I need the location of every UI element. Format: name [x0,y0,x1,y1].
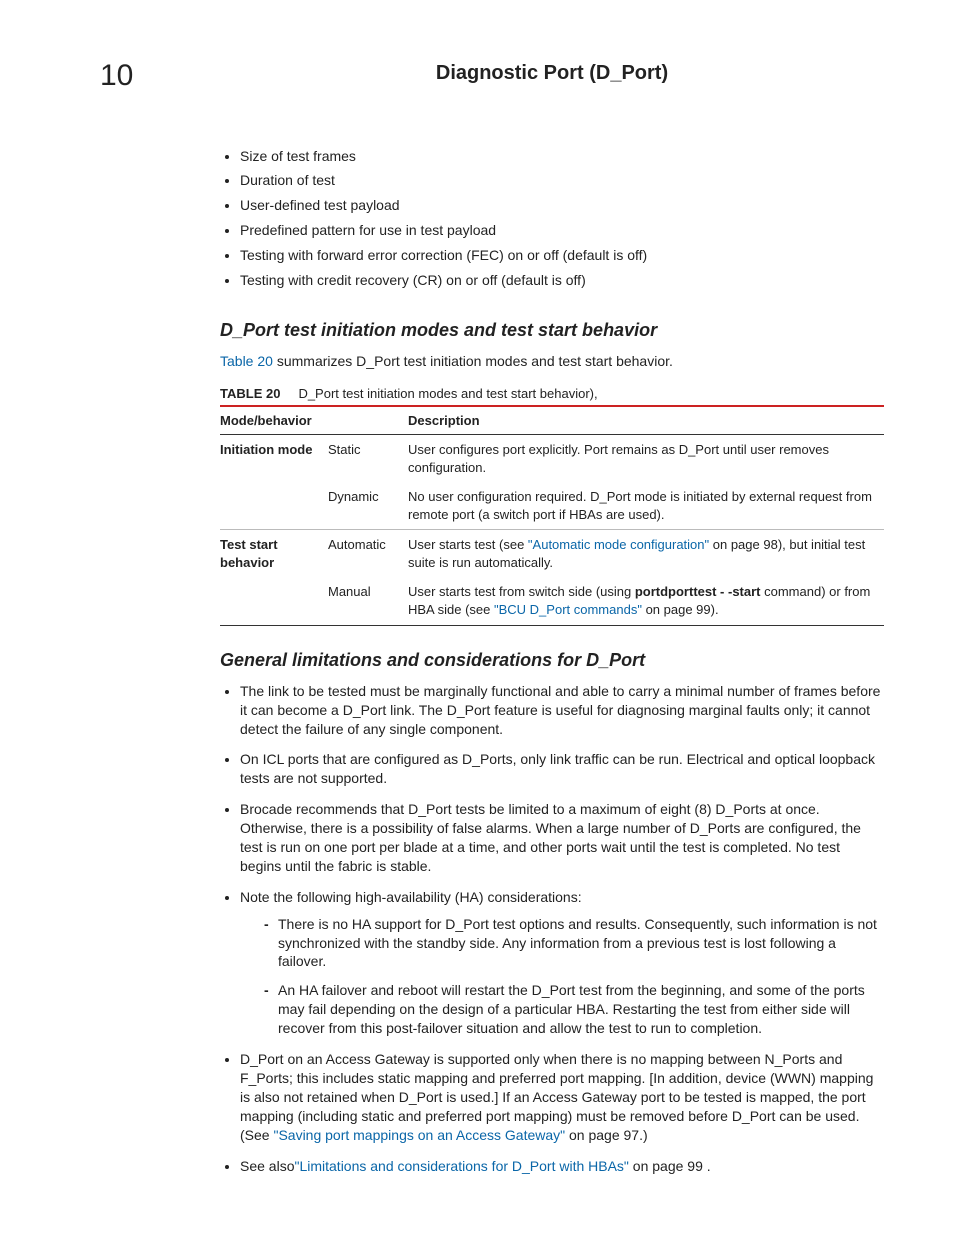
list-item: Testing with credit recovery (CR) on or … [240,271,884,290]
sub-list-item: There is no HA support for D_Port test o… [264,915,884,972]
desc-cell: No user configuration required. D_Port m… [408,482,884,530]
list-item: Note the following high-availability (HA… [240,888,884,1038]
sub-list: There is no HA support for D_Port test o… [240,915,884,1038]
table-row: Dynamic No user configuration required. … [220,482,884,530]
page-header: 10 Diagnostic Port (D_Port) [100,56,884,97]
section-heading-limitations: General limitations and considerations f… [220,648,884,672]
sub-list-item: An HA failover and reboot will restart t… [264,981,884,1038]
desc-cell: User starts test (see "Automatic mode co… [408,530,884,578]
col-header [328,406,408,435]
table-caption: TABLE 20 D_Port test initiation modes and… [220,385,884,403]
limitations-hba-link[interactable]: "Limitations and considerations for D_Po… [294,1158,628,1174]
row-header: Initiation mode [220,435,328,483]
list-item: Predefined pattern for use in test paylo… [240,221,884,240]
list-item: Size of test frames [240,147,884,166]
table-link[interactable]: Table 20 [220,353,273,369]
list-item: Brocade recommends that D_Port tests be … [240,800,884,876]
row-header [220,577,328,625]
list-item: The link to be tested must be marginally… [240,682,884,739]
mode-cell: Dynamic [328,482,408,530]
bcu-commands-link[interactable]: "BCU D_Port commands" [494,602,642,617]
chapter-number: 10 [100,56,220,97]
table-row: Test start behavior Automatic User start… [220,530,884,578]
table-row: Manual User starts test from switch side… [220,577,884,625]
list-item: Testing with forward error correction (F… [240,246,884,265]
section-heading-modes: D_Port test initiation modes and test st… [220,318,884,342]
col-header: Mode/behavior [220,406,328,435]
desc-cell: User configures port explicitly. Port re… [408,435,884,483]
command-text: portdporttest - -start [635,584,761,599]
list-item: D_Port on an Access Gateway is supported… [240,1050,884,1144]
automatic-mode-link[interactable]: "Automatic mode configuration" [528,537,709,552]
mode-cell: Manual [328,577,408,625]
modes-table: Mode/behavior Description Initiation mod… [220,405,884,626]
list-item: User-defined test payload [240,196,884,215]
table-row: Initiation mode Static User configures p… [220,435,884,483]
page-content: Size of test frames Duration of test Use… [220,147,884,1176]
intro-text: summarizes D_Port test initiation modes … [273,353,673,369]
feature-bullet-list: Size of test frames Duration of test Use… [220,147,884,290]
page-title: Diagnostic Port (D_Port) [220,60,884,87]
list-item: Duration of test [240,171,884,190]
mode-cell: Static [328,435,408,483]
table-caption-text: D_Port test initiation modes and test st… [298,386,597,401]
col-header: Description [408,406,884,435]
mode-cell: Automatic [328,530,408,578]
row-header: Test start behavior [220,530,328,578]
list-item-text: Note the following high-availability (HA… [240,889,582,905]
list-item: See also"Limitations and considerations … [240,1157,884,1176]
desc-cell: User starts test from switch side (using… [408,577,884,625]
limitations-list: The link to be tested must be marginally… [220,682,884,1176]
list-item: On ICL ports that are configured as D_Po… [240,750,884,788]
row-header [220,482,328,530]
saving-mappings-link[interactable]: "Saving port mappings on an Access Gatew… [273,1127,565,1143]
section-intro: Table 20 summarizes D_Port test initiati… [220,352,884,371]
table-label: TABLE 20 [220,386,280,401]
